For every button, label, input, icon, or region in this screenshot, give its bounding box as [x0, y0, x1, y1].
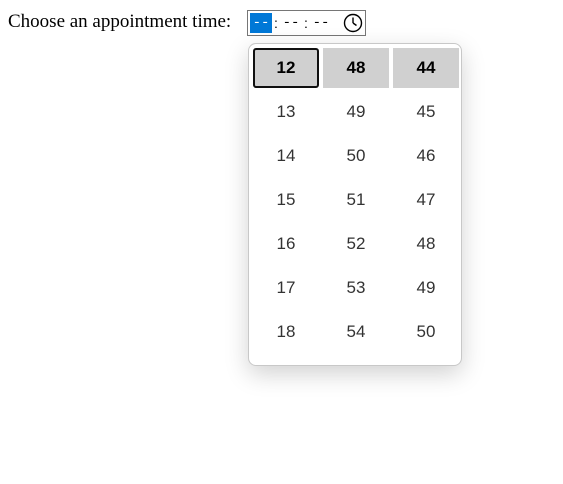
- hour-column: 12 13 14 15 16 17 18: [253, 48, 319, 356]
- second-option[interactable]: 50: [393, 312, 459, 352]
- minute-option[interactable]: 48: [323, 48, 389, 88]
- hour-option[interactable]: 15: [253, 180, 319, 220]
- minute-option[interactable]: 49: [323, 92, 389, 132]
- appointment-time-label: Choose an appointment time:: [8, 11, 232, 32]
- clock-icon[interactable]: [343, 13, 363, 33]
- minute-option[interactable]: 50: [323, 136, 389, 176]
- second-option[interactable]: 49: [393, 268, 459, 308]
- hour-segment[interactable]: --: [250, 13, 272, 33]
- hour-option[interactable]: 14: [253, 136, 319, 176]
- minute-option[interactable]: 52: [323, 224, 389, 264]
- second-option[interactable]: 47: [393, 180, 459, 220]
- second-option[interactable]: 46: [393, 136, 459, 176]
- minute-segment[interactable]: --: [280, 13, 302, 33]
- second-segment[interactable]: --: [310, 13, 332, 33]
- second-option[interactable]: 48: [393, 224, 459, 264]
- time-separator: :: [274, 15, 278, 31]
- time-picker-popup: 12 13 14 15 16 17 18 48 49 50 51 52 53 54 44 45 46 47 48…: [248, 43, 462, 366]
- hour-option[interactable]: 16: [253, 224, 319, 264]
- minute-option[interactable]: 51: [323, 180, 389, 220]
- second-option[interactable]: 45: [393, 92, 459, 132]
- time-input[interactable]: -- : -- : --: [247, 10, 366, 36]
- hour-option[interactable]: 13: [253, 92, 319, 132]
- time-separator: :: [304, 15, 308, 31]
- hour-option[interactable]: 18: [253, 312, 319, 352]
- second-column: 44 45 46 47 48 49 50: [393, 48, 459, 356]
- minute-option[interactable]: 54: [323, 312, 389, 352]
- hour-option[interactable]: 17: [253, 268, 319, 308]
- minute-column: 48 49 50 51 52 53 54: [323, 48, 389, 356]
- second-option[interactable]: 44: [393, 48, 459, 88]
- minute-option[interactable]: 53: [323, 268, 389, 308]
- hour-option[interactable]: 12: [253, 48, 319, 88]
